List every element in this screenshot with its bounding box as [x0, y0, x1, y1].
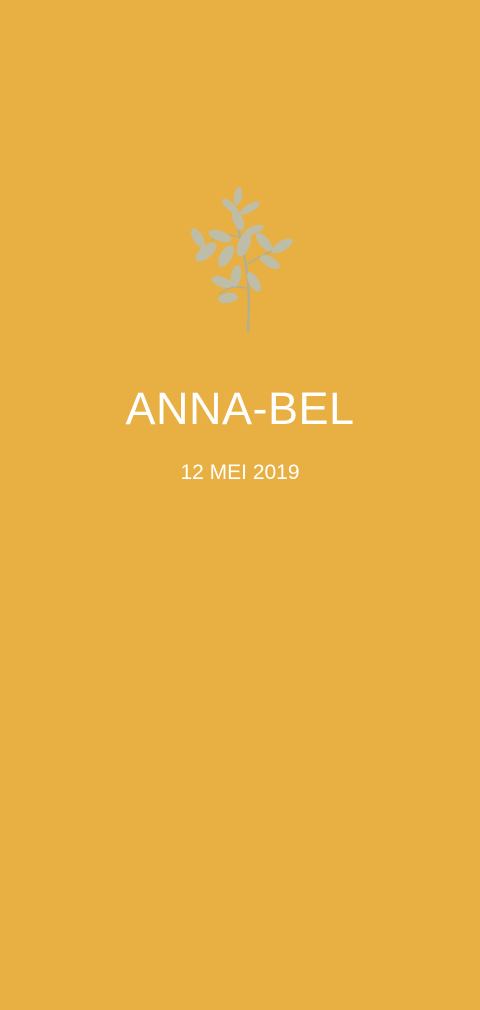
birth-announcement-card: ANNA-BEL 12 MEI 2019: [0, 0, 480, 1010]
birth-date: 12 MEI 2019: [180, 461, 300, 484]
olive-sprig-icon: [191, 187, 293, 334]
baby-name: ANNA-BEL: [125, 383, 355, 434]
